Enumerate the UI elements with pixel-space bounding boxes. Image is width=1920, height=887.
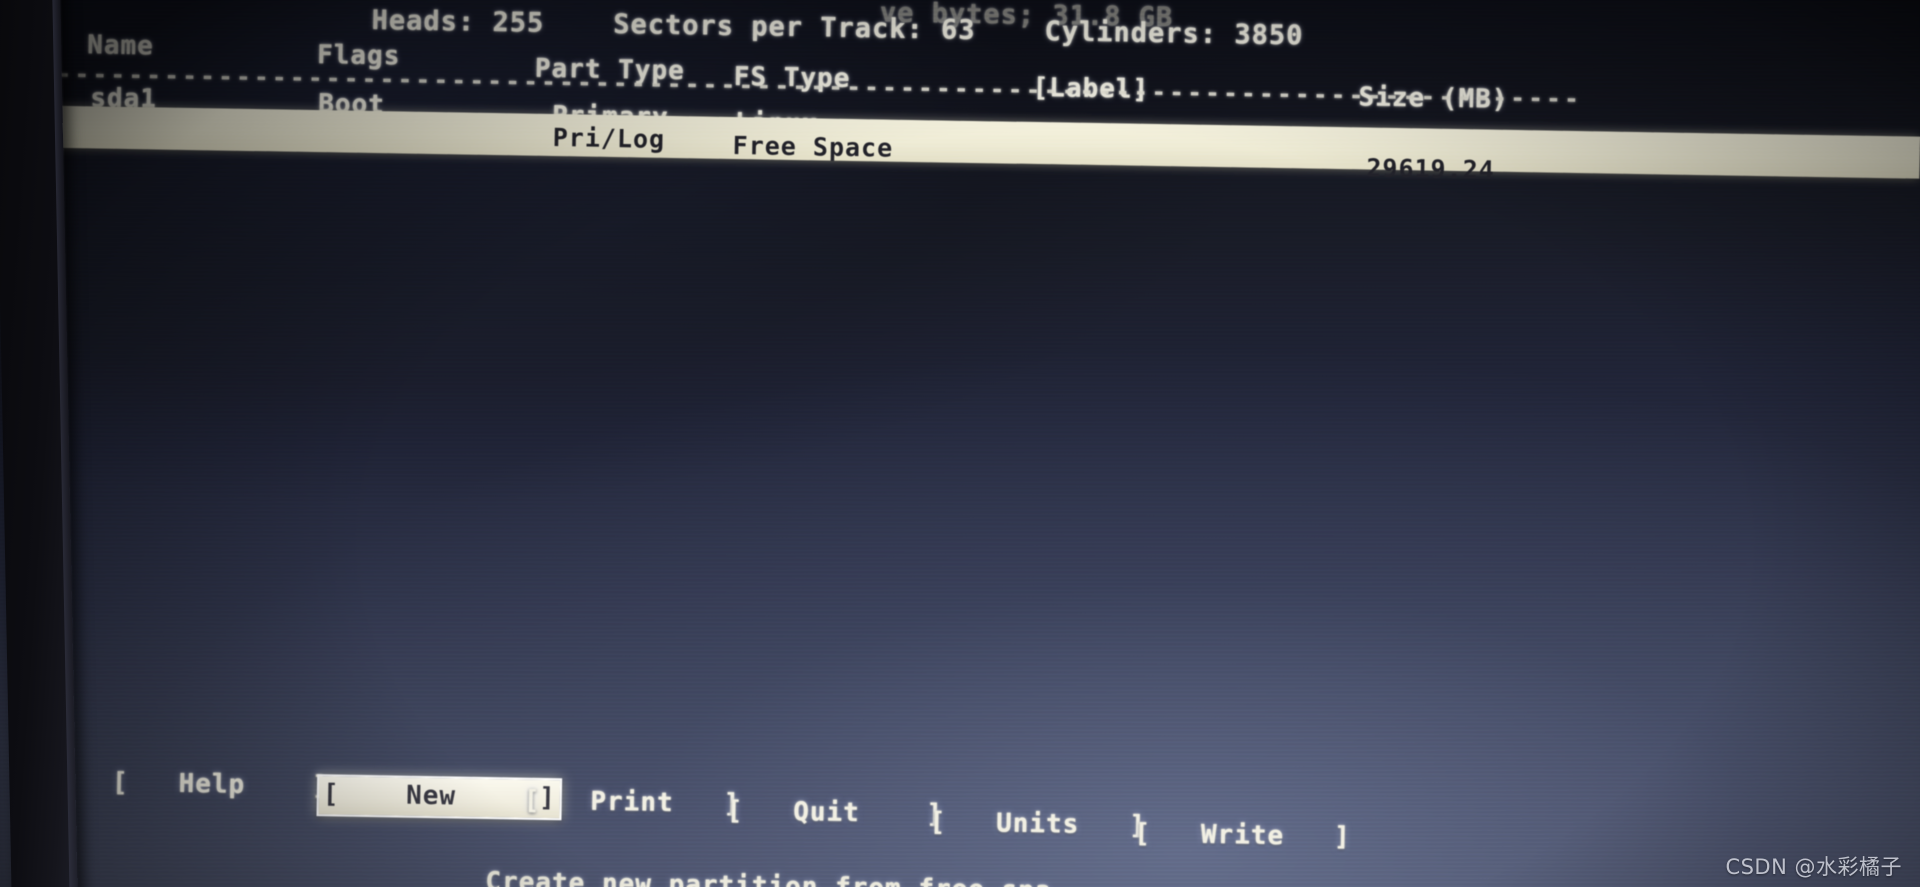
- quit-button[interactable]: [ Quit ]: [726, 796, 943, 830]
- screen-surface: ve bytes; 31.8 GB Heads: 255 Sectors per…: [0, 0, 1920, 887]
- button-bar: [ Help ] [ New ] [ Print ] [ Quit ] [ Un…: [0, 767, 1907, 879]
- monitor-photo: ve bytes; 31.8 GB Heads: 255 Sectors per…: [0, 0, 1920, 887]
- freespace-fs-type: Free Space: [732, 130, 894, 163]
- csdn-watermark: CSDN @水彩橘子: [1725, 855, 1902, 879]
- column-header-name: Name: [86, 30, 155, 62]
- freespace-part-type: Pri/Log: [552, 123, 666, 154]
- print-button[interactable]: [ Print ]: [524, 786, 741, 820]
- status-help-text: Create new partition from free spa: [485, 866, 1052, 887]
- freespace-size: 29619.24: [1366, 153, 1496, 185]
- cfdisk-terminal: ve bytes; 31.8 GB Heads: 255 Sectors per…: [0, 0, 1920, 887]
- units-button[interactable]: [ Units ]: [929, 807, 1146, 841]
- selected-row-highlight[interactable]: [37, 105, 1920, 179]
- help-button[interactable]: [ Help ]: [112, 768, 329, 802]
- write-button[interactable]: [ Write ]: [1134, 819, 1351, 853]
